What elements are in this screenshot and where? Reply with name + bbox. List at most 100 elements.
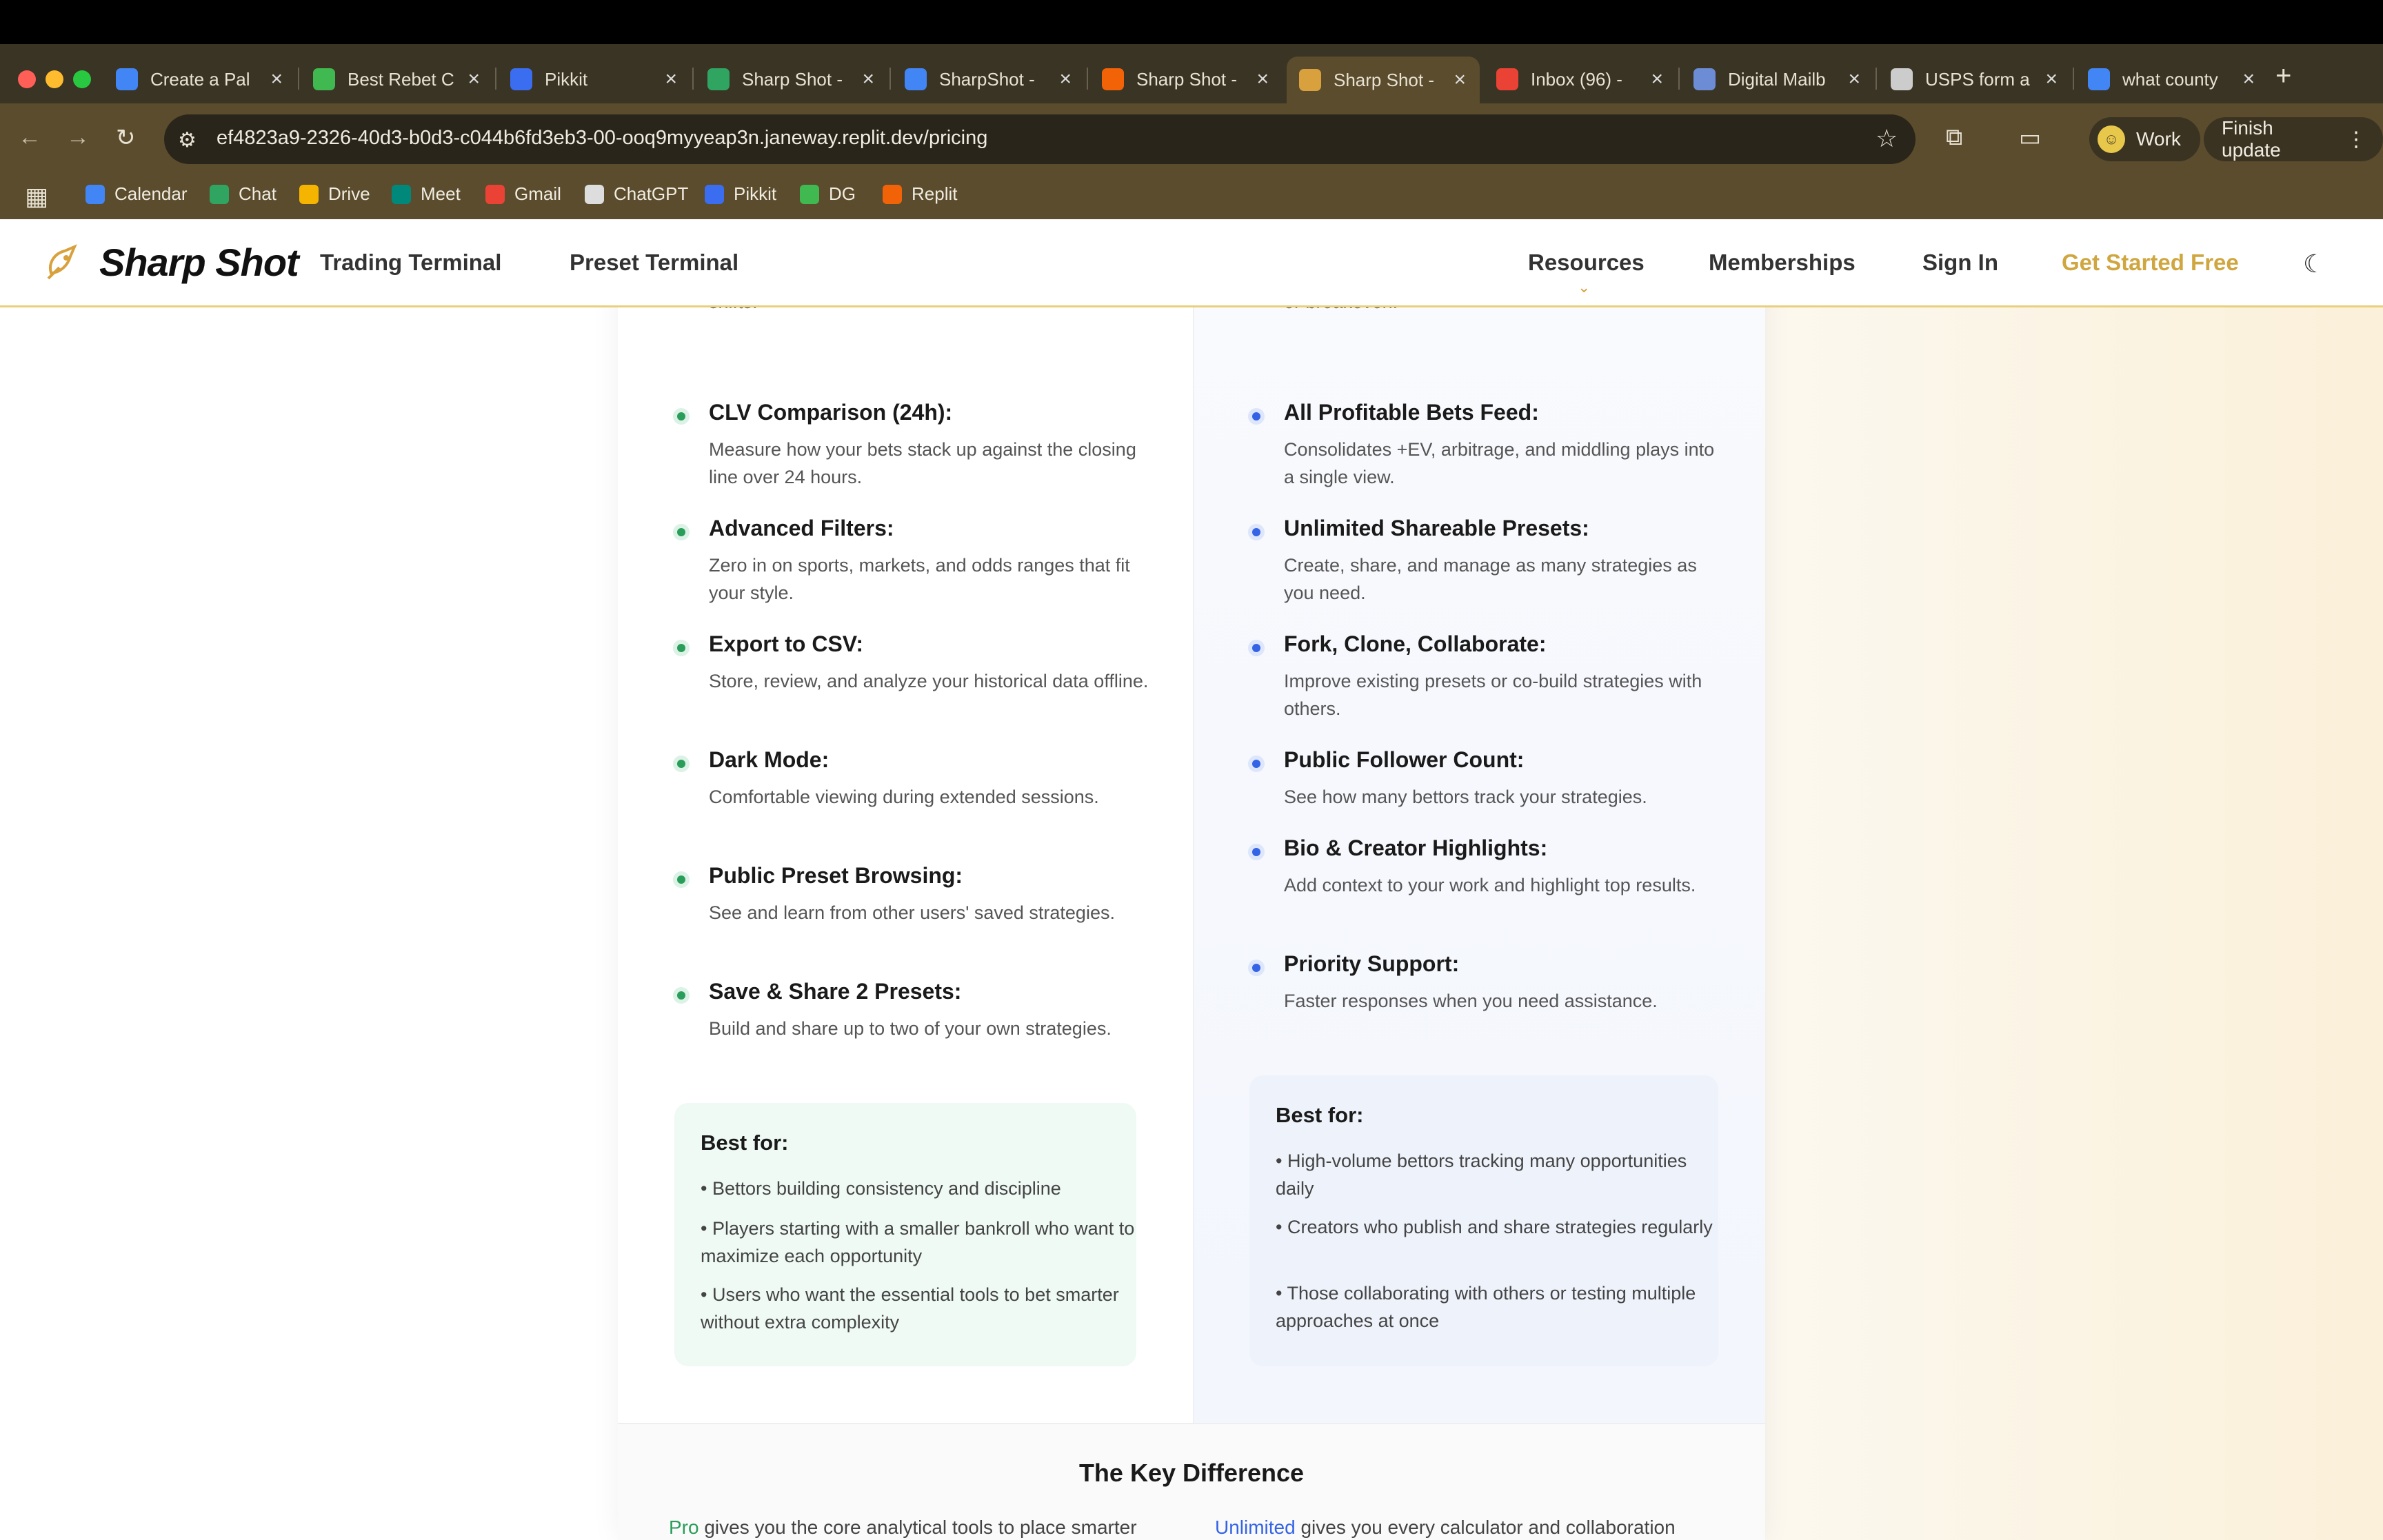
close-tab-icon[interactable]: × bbox=[862, 68, 874, 91]
nav-sign-in[interactable]: Sign In bbox=[1922, 250, 1998, 276]
bookmark-label: Drive bbox=[328, 183, 370, 204]
close-tab-icon[interactable]: × bbox=[1256, 68, 1269, 91]
browser-tab[interactable]: Sharp Shot - × bbox=[1089, 61, 1283, 98]
chevron-down-icon[interactable]: ⌄ bbox=[1578, 278, 1590, 296]
apps-grid-icon[interactable]: ▦ bbox=[25, 182, 48, 211]
nav-memberships[interactable]: Memberships bbox=[1709, 250, 1856, 276]
site-settings-icon[interactable]: ⚙ bbox=[178, 128, 197, 152]
bookmark-dg[interactable]: DG bbox=[800, 183, 856, 205]
close-window-button[interactable] bbox=[18, 70, 36, 88]
tab-title: Sharp Shot - bbox=[1334, 69, 1434, 90]
chatgpt-icon bbox=[585, 184, 604, 204]
site-logo-text[interactable]: Sharp Shot bbox=[99, 240, 299, 285]
bookmark-pikkit[interactable]: Pikkit bbox=[705, 183, 776, 205]
browser-tab[interactable]: Create a Pal × bbox=[103, 61, 296, 98]
nav-preset-terminal[interactable]: Preset Terminal bbox=[570, 250, 738, 276]
tab-separator bbox=[889, 68, 891, 90]
browser-tab[interactable]: Sharp Shot - × bbox=[695, 61, 888, 98]
profile-button[interactable]: ☺ Work bbox=[2089, 117, 2200, 161]
close-tab-icon[interactable]: × bbox=[665, 68, 677, 91]
bookmark-label: Replit bbox=[912, 183, 958, 204]
bookmark-chatgpt[interactable]: ChatGPT bbox=[585, 183, 688, 205]
gmail-icon bbox=[1496, 68, 1518, 90]
pikkit-icon bbox=[705, 184, 724, 204]
feature-title: Priority Support: bbox=[1284, 951, 1460, 976]
bullet-dot-icon bbox=[673, 756, 690, 772]
close-tab-icon[interactable]: × bbox=[1059, 68, 1072, 91]
sharpshot-logo-icon[interactable] bbox=[43, 243, 84, 284]
browser-tab[interactable]: what county × bbox=[2075, 61, 2269, 98]
bookmark-drive[interactable]: Drive bbox=[299, 183, 370, 205]
close-tab-icon[interactable]: × bbox=[1454, 68, 1466, 92]
chat-icon bbox=[210, 184, 229, 204]
cloud-icon bbox=[1693, 68, 1716, 90]
tab-title: USPS form a bbox=[1925, 68, 2030, 90]
bookmark-label: Pikkit bbox=[734, 183, 777, 204]
dark-mode-toggle-icon[interactable]: ☾ bbox=[2303, 250, 2325, 278]
feature-description: Build and share up to two of your own st… bbox=[709, 1018, 1112, 1039]
bookmark-label: Chat bbox=[239, 183, 276, 204]
more-menu-icon[interactable]: ⋮ bbox=[2346, 128, 2366, 152]
browser-tab[interactable]: Pikkit × bbox=[498, 61, 691, 98]
site-header: Sharp Shot Trading Terminal Preset Termi… bbox=[0, 219, 2383, 307]
finish-update-label: Finish update bbox=[2222, 117, 2281, 161]
browser-tab[interactable]: Best Rebet C × bbox=[301, 61, 494, 98]
link-icon bbox=[800, 184, 819, 204]
close-tab-icon[interactable]: × bbox=[2045, 68, 2058, 91]
replit-icon bbox=[1102, 68, 1124, 90]
browser-tab[interactable]: USPS form a × bbox=[1878, 61, 2071, 98]
tab-title: Digital Mailb bbox=[1728, 68, 1826, 90]
browser-tab[interactable]: Sharp Shot - × bbox=[1287, 57, 1480, 103]
cast-icon[interactable]: ▭ bbox=[2019, 124, 2041, 152]
bookmark-star-icon[interactable]: ☆ bbox=[1876, 124, 1898, 153]
nav-trading-terminal[interactable]: Trading Terminal bbox=[320, 250, 501, 276]
zoom-window-button[interactable] bbox=[73, 70, 91, 88]
pro-summary: gives you the core analytical tools to p… bbox=[698, 1517, 1137, 1538]
bullet-dot-icon bbox=[673, 408, 690, 425]
bookmark-label: Meet bbox=[421, 183, 461, 204]
browser-tab[interactable]: SharpShot - × bbox=[892, 61, 1085, 98]
close-tab-icon[interactable]: × bbox=[1848, 68, 1860, 91]
unlimited-summary: gives you every calculator and collabora… bbox=[1295, 1517, 1676, 1538]
bullet-dot-icon bbox=[1248, 844, 1265, 860]
nav-resources[interactable]: Resources bbox=[1528, 250, 1645, 276]
close-tab-icon[interactable]: × bbox=[270, 68, 283, 91]
forward-icon[interactable]: → bbox=[66, 124, 90, 151]
finish-update-button[interactable]: Finish update ⋮ bbox=[2204, 117, 2383, 161]
feature-title: CLV Comparison (24h): bbox=[709, 400, 953, 425]
pro-highlight: Pro bbox=[669, 1517, 699, 1538]
pikkit-icon bbox=[510, 68, 532, 90]
profile-avatar-icon: ☺ bbox=[2098, 125, 2125, 153]
close-tab-icon[interactable]: × bbox=[2242, 68, 2255, 91]
nav-get-started-free[interactable]: Get Started Free bbox=[2062, 250, 2239, 276]
key-difference-section: The Key Difference Pro gives you the cor… bbox=[618, 1423, 1765, 1540]
page-viewport: Sharp Shot Trading Terminal Preset Termi… bbox=[0, 219, 2383, 1540]
close-tab-icon[interactable]: × bbox=[1651, 68, 1663, 91]
bookmark-replit[interactable]: Replit bbox=[883, 183, 957, 205]
bookmark-gmail[interactable]: Gmail bbox=[485, 183, 561, 205]
bookmark-label: Gmail bbox=[514, 183, 561, 204]
bookmark-calendar[interactable]: Calendar bbox=[86, 183, 188, 205]
list-item: • Players starting with a smaller bankro… bbox=[701, 1218, 1135, 1266]
back-icon[interactable]: ← bbox=[18, 124, 41, 151]
bookmark-label: Calendar bbox=[114, 183, 188, 204]
list-item: • Users who want the essential tools to … bbox=[701, 1284, 1119, 1333]
close-tab-icon[interactable]: × bbox=[467, 68, 480, 91]
bookmark-meet[interactable]: Meet bbox=[392, 183, 461, 205]
browser-tab[interactable]: Digital Mailb × bbox=[1681, 61, 1874, 98]
bullet-dot-icon bbox=[673, 987, 690, 1004]
list-item: • Those collaborating with others or tes… bbox=[1276, 1283, 1696, 1331]
url-text[interactable]: ef4823a9-2326-40d3-b0d3-c044b6fd3eb3-00-… bbox=[217, 127, 987, 150]
list-item: • High-volume bettors tracking many oppo… bbox=[1276, 1151, 1687, 1199]
tab-title: Best Rebet C bbox=[348, 68, 454, 90]
extensions-icon[interactable]: ⧉ bbox=[1946, 124, 1962, 151]
tab-title: SharpShot - bbox=[939, 68, 1035, 90]
minimize-window-button[interactable] bbox=[46, 70, 63, 88]
browser-tab[interactable]: Inbox (96) - × bbox=[1484, 61, 1677, 98]
bookmark-chat[interactable]: Chat bbox=[210, 183, 276, 205]
calendar-icon bbox=[905, 68, 927, 90]
bullet-dot-icon bbox=[1248, 408, 1265, 425]
feature-title: Public Preset Browsing: bbox=[709, 863, 963, 888]
new-tab-button[interactable]: + bbox=[2275, 61, 2291, 92]
reload-icon[interactable]: ↻ bbox=[116, 124, 136, 152]
